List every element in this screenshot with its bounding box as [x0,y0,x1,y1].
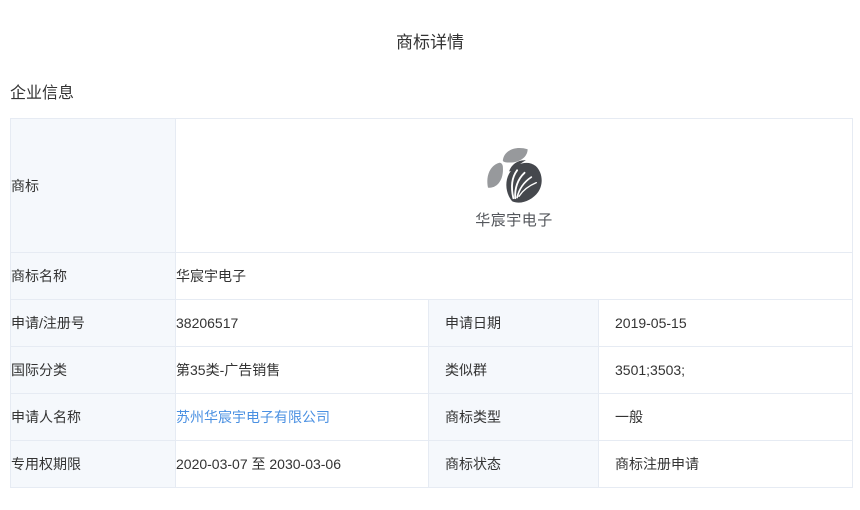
label-trademark: 商标 [11,119,176,253]
trademark-logo-icon [482,143,546,205]
trademark-detail-page: 商标详情 企业信息 商标 [0,0,860,510]
value-application-date: 2019-05-15 [599,300,853,347]
label-exclusive-right-period: 专用权期限 [11,441,176,488]
label-trademark-type: 商标类型 [429,394,599,441]
value-application-number: 38206517 [176,300,429,347]
label-international-class: 国际分类 [11,347,176,394]
applicant-company-link[interactable]: 苏州华宸宇电子有限公司 [176,409,330,425]
value-trademark-type: 一般 [599,394,853,441]
table-row-applicant-name: 申请人名称 苏州华宸宇电子有限公司 商标类型 一般 [11,394,853,441]
trademark-logo-text: 华宸宇电子 [475,213,553,228]
trademark-logo-cell: 华宸宇电子 [176,119,853,253]
value-trademark-name: 华宸宇电子 [176,253,853,300]
value-international-class: 第35类-广告销售 [176,347,429,394]
trademark-logo-image: 华宸宇电子 [475,143,553,228]
label-application-number: 申请/注册号 [11,300,176,347]
label-trademark-name: 商标名称 [11,253,176,300]
table-row-application-number: 申请/注册号 38206517 申请日期 2019-05-15 [11,300,853,347]
table-row-trademark-name: 商标名称 华宸宇电子 [11,253,853,300]
value-trademark-status: 商标注册申请 [599,441,853,488]
section-heading-company-info: 企业信息 [0,79,860,103]
table-row-exclusive-right-period: 专用权期限 2020-03-07 至 2030-03-06 商标状态 商标注册申… [11,441,853,488]
table-row-international-class: 国际分类 第35类-广告销售 类似群 3501;3503; [11,347,853,394]
label-trademark-status: 商标状态 [429,441,599,488]
table-row-trademark: 商标 [11,119,853,253]
trademark-info-table: 商标 [10,118,853,488]
value-applicant-name-cell: 苏州华宸宇电子有限公司 [176,394,429,441]
label-similar-group: 类似群 [429,347,599,394]
value-similar-group: 3501;3503; [599,347,853,394]
label-application-date: 申请日期 [429,300,599,347]
page-title: 商标详情 [0,28,860,53]
value-exclusive-right-period: 2020-03-07 至 2030-03-06 [176,441,429,488]
label-applicant-name: 申请人名称 [11,394,176,441]
